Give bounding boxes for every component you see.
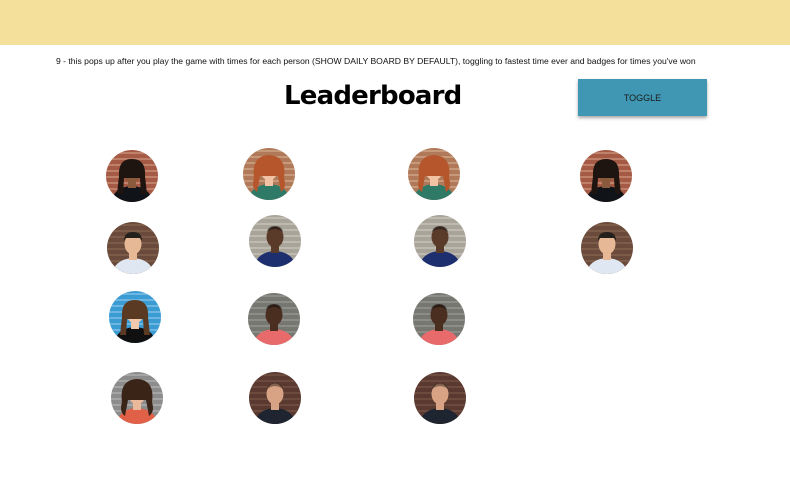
avatar-r2c2	[249, 215, 301, 267]
avatar-r1c1	[106, 150, 158, 202]
toggle-button[interactable]: TOGGLE	[578, 79, 707, 116]
avatar-r1c4	[580, 150, 632, 202]
avatar-r2c4	[581, 222, 633, 274]
avatar-r1c2	[243, 148, 295, 200]
avatar-r3c3	[413, 293, 465, 345]
annotation-note: 9 - this pops up after you play the game…	[56, 56, 696, 66]
avatar-r2c3	[414, 215, 466, 267]
avatar-r1c3	[408, 148, 460, 200]
avatar-r3c2	[248, 293, 300, 345]
avatar-r4c2	[249, 372, 301, 424]
avatar-r4c3	[414, 372, 466, 424]
avatar-r3c1	[109, 291, 161, 343]
top-banner	[0, 0, 790, 45]
avatar-r4c1	[111, 372, 163, 424]
avatar-r2c1	[107, 222, 159, 274]
page-title: Leaderboard	[284, 81, 462, 111]
